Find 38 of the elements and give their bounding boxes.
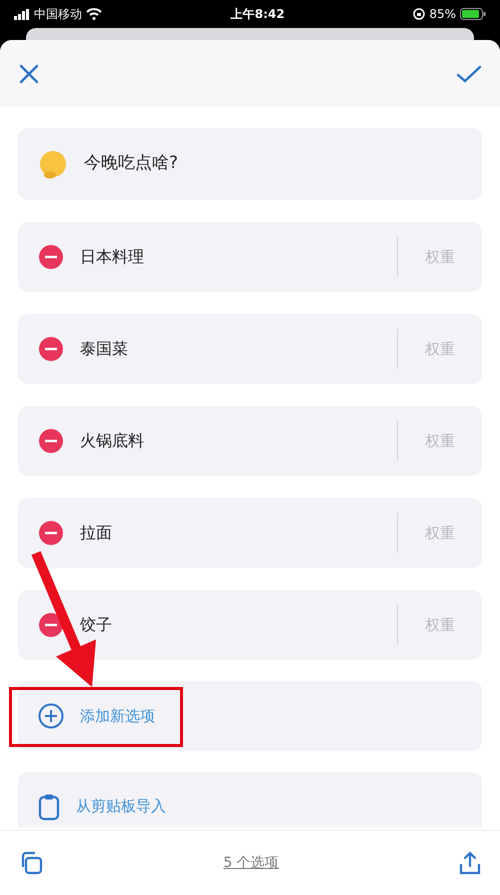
minus-circle-icon — [38, 428, 64, 454]
remove-button[interactable] — [38, 244, 64, 270]
option-count[interactable]: 5 个选项 — [223, 852, 279, 874]
weight-field[interactable]: 权重 — [397, 513, 482, 553]
option-name: 泰国菜 — [80, 338, 129, 360]
thinking-emoji-icon — [38, 149, 68, 179]
remove-button[interactable] — [38, 520, 64, 546]
action-row[interactable]: 从剪贴板导入 — [18, 772, 482, 827]
checkmark-icon — [456, 64, 482, 84]
share-button[interactable] — [458, 850, 482, 876]
option-name: 日本料理 — [80, 246, 145, 268]
minus-circle-icon — [38, 336, 64, 362]
action-label: 从剪贴板导入 — [76, 796, 166, 818]
plus-circle-icon — [38, 703, 64, 729]
list-title: 今晚吃点啥? — [84, 152, 178, 176]
action-label: 添加新选项 — [80, 706, 155, 727]
close-icon — [18, 63, 40, 86]
status-time: 上午8:42 — [230, 6, 285, 23]
wifi-icon — [86, 8, 102, 20]
weight-field[interactable]: 权重 — [397, 421, 482, 461]
minus-circle-icon — [38, 244, 64, 270]
signal-icon — [14, 8, 30, 20]
battery-percent: 85% — [429, 6, 456, 23]
weight-field[interactable]: 权重 — [397, 237, 482, 277]
carrier-name: 中国移动 — [34, 6, 82, 23]
weight-field[interactable]: 权重 — [397, 329, 482, 369]
rotation-lock-icon — [413, 8, 426, 20]
action-row[interactable]: 添加新选项 — [18, 681, 482, 751]
battery-icon — [460, 8, 486, 20]
option-name: 拉面 — [80, 522, 113, 544]
option-name: 饺子 — [80, 614, 113, 636]
weight-field[interactable]: 权重 — [397, 605, 482, 645]
clipboard-icon — [38, 792, 60, 820]
share-icon — [458, 850, 482, 876]
minus-circle-icon — [38, 520, 64, 546]
remove-button[interactable] — [38, 336, 64, 362]
option-name: 火锅底料 — [80, 430, 145, 452]
remove-button[interactable] — [38, 428, 64, 454]
